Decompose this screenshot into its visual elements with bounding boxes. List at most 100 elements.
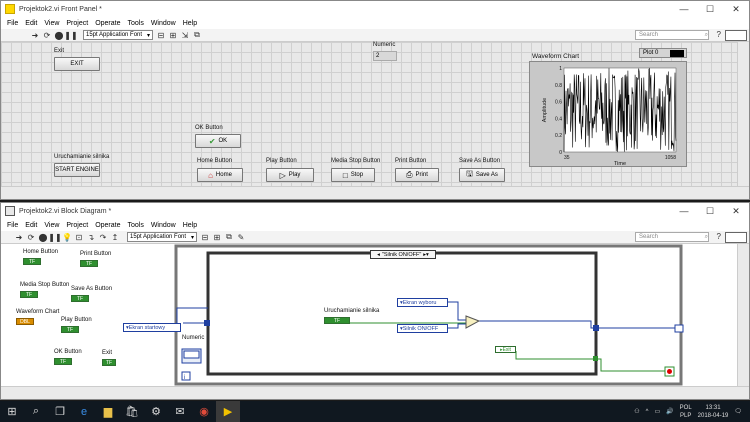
align-icon[interactable]: ⊟: [157, 31, 165, 40]
silnik-onoff-constant[interactable]: ▾ Silnik ON/OFF: [397, 324, 448, 333]
language-indicator[interactable]: POL PLP: [680, 404, 692, 420]
bd-vscrollbar[interactable]: [737, 244, 749, 389]
menu-project[interactable]: Project: [66, 20, 88, 27]
save-as-button[interactable]: 🖫 Save As: [459, 168, 505, 182]
menu-operate[interactable]: Operate: [95, 20, 120, 27]
notifications-icon[interactable]: 🗨: [734, 408, 742, 415]
exit-button-terminal[interactable]: TF: [102, 359, 116, 366]
save-as-button-terminal[interactable]: TF: [71, 295, 89, 302]
run-arrow-icon[interactable]: ➜: [31, 31, 39, 40]
front-panel-vscrollbar[interactable]: [737, 42, 749, 187]
font-select[interactable]: 15pt Application Font ▾: [83, 30, 153, 40]
print-button-terminal[interactable]: TF: [80, 260, 98, 267]
play-button[interactable]: ▷ Play: [266, 168, 314, 182]
bd-menu-help[interactable]: Help: [183, 222, 197, 229]
case-selector[interactable]: ◂ "Silnik ON/OFF" ▸▾: [370, 250, 436, 259]
distribute-icon[interactable]: ⊞: [169, 31, 177, 40]
bd-help-icon[interactable]: ?: [717, 232, 721, 241]
pause-icon[interactable]: ❚❚: [64, 31, 77, 40]
menu-tools[interactable]: Tools: [127, 20, 143, 27]
maximize-button[interactable]: ☐: [697, 1, 723, 17]
play-button-terminal[interactable]: TF: [61, 326, 79, 333]
bd-menu-file[interactable]: File: [7, 222, 18, 229]
print-button[interactable]: ⎙ Print: [395, 168, 439, 182]
bd-run-arrow-icon[interactable]: ➜: [15, 233, 23, 242]
bd-minimize-button[interactable]: —: [671, 203, 697, 219]
reorder-icon[interactable]: ⧉: [193, 30, 201, 39]
cleanup-diagram-icon[interactable]: ✎: [237, 233, 245, 242]
menu-file[interactable]: File: [7, 20, 18, 27]
chevron-up-icon[interactable]: ^: [646, 409, 649, 415]
bd-search-input[interactable]: Search ⌕: [635, 232, 709, 242]
bd-connector-pane-icon[interactable]: [725, 232, 747, 243]
menu-edit[interactable]: Edit: [25, 20, 37, 27]
case-structure-frame[interactable]: [206, 251, 598, 376]
bd-menu-edit[interactable]: Edit: [25, 222, 37, 229]
bd-menu-window[interactable]: Window: [151, 222, 176, 229]
x-tick-label: 35: [564, 155, 570, 161]
bd-reorder-icon[interactable]: ⧉: [225, 232, 233, 241]
chrome-icon[interactable]: ◉: [192, 401, 216, 422]
ok-button[interactable]: ✔ OK: [195, 134, 241, 148]
settings-taskbar-icon[interactable]: ⚙: [144, 401, 168, 422]
close-button[interactable]: ✕: [723, 1, 749, 17]
run-continuous-icon[interactable]: ⟳: [43, 31, 51, 40]
search-input[interactable]: Search ⌕: [635, 30, 709, 40]
bd-maximize-button[interactable]: ☐: [697, 203, 723, 219]
chart-legend[interactable]: Plot 0: [639, 48, 687, 58]
stop-button-label: Media Stop Button: [331, 158, 381, 164]
stop-button[interactable]: □ Stop: [331, 168, 375, 182]
bd-hscrollbar[interactable]: [1, 386, 749, 399]
select-function[interactable]: [465, 315, 481, 329]
edge-browser-icon[interactable]: e: [72, 401, 96, 422]
minimize-button[interactable]: —: [671, 1, 697, 17]
connector-pane-icon[interactable]: [725, 30, 747, 41]
bd-menu-operate[interactable]: Operate: [95, 222, 120, 229]
menu-view[interactable]: View: [44, 20, 59, 27]
start-engine-button[interactable]: START ENGINE: [54, 163, 100, 177]
bd-menu-view[interactable]: View: [44, 222, 59, 229]
menu-window[interactable]: Window: [151, 20, 176, 27]
labview-taskbar-icon[interactable]: ▶: [216, 401, 240, 422]
while-loop-frame[interactable]: [174, 244, 683, 386]
help-icon[interactable]: ?: [717, 30, 721, 39]
bd-font-select[interactable]: 15pt Application Font ▾: [127, 232, 197, 242]
ekran-startowy-constant[interactable]: ▾ Ekran startowy: [123, 323, 181, 332]
start-menu-icon[interactable]: ⊞: [0, 401, 24, 422]
bd-menu-tools[interactable]: Tools: [127, 222, 143, 229]
front-panel-hscrollbar[interactable]: [1, 186, 749, 199]
home-button-terminal[interactable]: TF: [23, 258, 41, 265]
home-button[interactable]: ⌂ Home: [197, 168, 243, 182]
bd-run-continuous-icon[interactable]: ⟳: [27, 233, 35, 242]
engine-button-terminal[interactable]: TF: [324, 317, 350, 324]
ekran-wyboru-constant[interactable]: ▾ Ekran wyboru: [397, 298, 448, 307]
waveform-chart-terminal[interactable]: DBL: [16, 318, 34, 325]
step-over-icon[interactable]: ↷: [99, 233, 107, 242]
step-into-icon[interactable]: ↴: [87, 233, 95, 242]
exit-local-variable[interactable]: ▸ Exit: [495, 346, 516, 353]
volume-icon[interactable]: 🔊: [666, 408, 673, 415]
bd-menu-project[interactable]: Project: [66, 222, 88, 229]
ok-button-terminal[interactable]: TF: [54, 358, 72, 365]
bd-abort-icon[interactable]: ⬤: [39, 233, 48, 242]
media-stop-button-terminal[interactable]: TF: [20, 291, 38, 298]
file-explorer-icon[interactable]: ▆: [96, 401, 120, 422]
bd-align-icon[interactable]: ⊟: [201, 233, 209, 242]
highlight-execution-icon[interactable]: 💡: [62, 233, 72, 242]
step-out-icon[interactable]: ↥: [111, 233, 119, 242]
people-icon[interactable]: ⚇: [634, 408, 639, 415]
bd-pause-icon[interactable]: ❚❚: [48, 233, 61, 242]
network-icon[interactable]: ▭: [655, 408, 661, 415]
task-view-icon[interactable]: ❐: [48, 401, 72, 422]
exit-button[interactable]: EXIT: [54, 57, 100, 71]
bd-close-button[interactable]: ✕: [723, 203, 749, 219]
mail-icon[interactable]: ✉: [168, 401, 192, 422]
menu-help[interactable]: Help: [183, 20, 197, 27]
search-taskbar-icon[interactable]: ⌕: [24, 401, 48, 422]
retain-wire-values-icon[interactable]: ⊡: [75, 233, 83, 242]
store-icon[interactable]: 🛍: [120, 401, 144, 422]
abort-icon[interactable]: ⬤: [55, 31, 64, 40]
resize-icon[interactable]: ⇲: [181, 31, 189, 40]
bd-distribute-icon[interactable]: ⊞: [213, 233, 221, 242]
clock[interactable]: 13:31 2018-04-19: [698, 404, 729, 420]
